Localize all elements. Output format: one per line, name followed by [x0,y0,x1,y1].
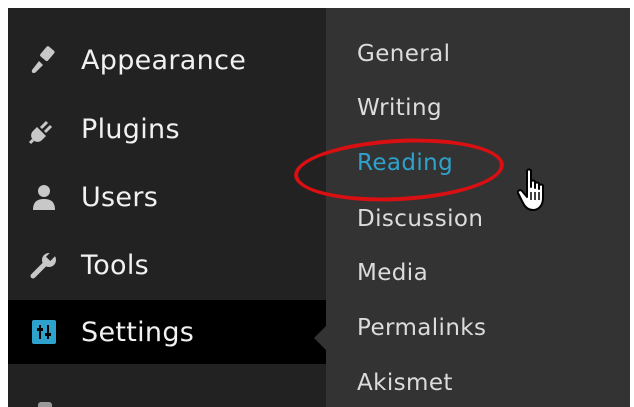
menu-item-plugins[interactable]: Plugins [8,97,326,161]
user-icon [26,179,62,215]
wrench-icon [26,247,62,283]
menu-label-tools: Tools [81,249,150,281]
sliders-icon [26,314,62,350]
menu-item-appearance[interactable]: Appearance [8,28,326,92]
menu-label-plugins: Plugins [81,113,180,145]
paintbrush-icon [26,42,62,78]
admin-screenshot: Appearance Plugins Users Tools Settings … [8,8,630,407]
plug-icon [26,111,62,147]
submenu-item-writing[interactable]: Writing [357,95,442,121]
submenu-item-media[interactable]: Media [357,260,428,286]
submenu-item-general[interactable]: General [357,41,450,67]
menu-label-users: Users [81,181,159,213]
active-menu-pointer [314,326,326,350]
admin-sidebar: Appearance Plugins Users Tools Settings [8,8,326,407]
settings-submenu: General Writing Reading Discussion Media… [326,8,630,407]
submenu-item-permalinks[interactable]: Permalinks [357,315,486,341]
menu-item-partial-icon [38,402,52,407]
menu-item-settings[interactable]: Settings [8,300,326,364]
hand-pointer-icon [516,168,553,218]
submenu-item-discussion[interactable]: Discussion [357,206,483,232]
menu-item-tools[interactable]: Tools [8,233,326,297]
menu-label-settings: Settings [81,316,195,348]
menu-item-users[interactable]: Users [8,165,326,229]
submenu-item-akismet[interactable]: Akismet [357,370,453,396]
menu-label-appearance: Appearance [81,44,247,76]
